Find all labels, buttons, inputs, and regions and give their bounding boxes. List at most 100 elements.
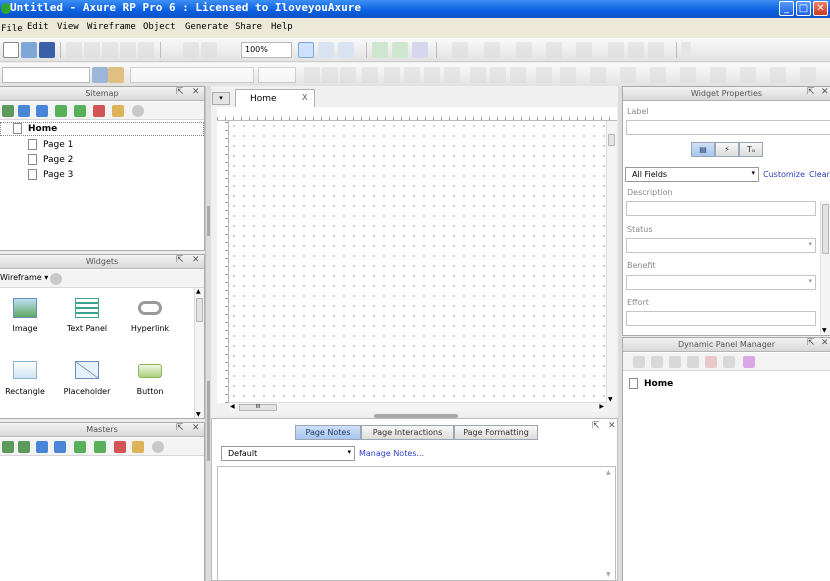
copy-icon[interactable] bbox=[84, 42, 100, 58]
underline-icon[interactable] bbox=[340, 67, 356, 83]
close-panel-icon[interactable]: ✕ bbox=[192, 255, 200, 265]
close-panel-icon[interactable]: ✕ bbox=[821, 87, 829, 97]
pin-icon[interactable]: ⇱ bbox=[592, 421, 600, 431]
fill-color-icon[interactable] bbox=[452, 42, 468, 58]
order-icon[interactable] bbox=[590, 67, 606, 83]
delete-state-icon[interactable] bbox=[705, 356, 717, 368]
edit-master-icon[interactable] bbox=[132, 441, 144, 453]
effort-input[interactable] bbox=[626, 311, 816, 326]
line-width-icon[interactable] bbox=[516, 42, 532, 58]
text-align-center-icon[interactable] bbox=[424, 67, 440, 83]
canvas-vertical-scrollbar[interactable]: ▼ bbox=[606, 121, 616, 403]
search-icon[interactable] bbox=[152, 441, 164, 453]
move-up-icon[interactable] bbox=[36, 441, 48, 453]
scroll-up-icon[interactable]: ▲ bbox=[196, 288, 201, 295]
pin-icon[interactable]: ⇱ bbox=[807, 338, 815, 348]
ungroup-icon[interactable] bbox=[392, 42, 408, 58]
scroll-down-icon[interactable]: ▼ bbox=[608, 396, 613, 403]
bold-icon[interactable] bbox=[304, 67, 320, 83]
tab-annotations[interactable]: ▤ bbox=[691, 142, 715, 157]
toolbar-overflow-icon[interactable] bbox=[681, 42, 691, 58]
scroll-thumb[interactable] bbox=[608, 134, 615, 146]
edit-style-icon[interactable] bbox=[92, 67, 108, 83]
scroll-thumb[interactable] bbox=[822, 204, 829, 254]
align-center-icon[interactable] bbox=[628, 42, 644, 58]
benefit-select[interactable]: ▾ bbox=[626, 275, 816, 290]
hide-icon[interactable] bbox=[650, 67, 666, 83]
more-icon[interactable] bbox=[800, 67, 816, 83]
scroll-down-icon[interactable]: ▼ bbox=[606, 571, 611, 578]
tab-page-interactions[interactable]: Page Interactions bbox=[361, 425, 454, 440]
redo-icon[interactable] bbox=[138, 42, 154, 58]
fields-dropdown[interactable]: All Fields ▾ bbox=[625, 167, 759, 182]
valign-middle-icon[interactable] bbox=[490, 67, 506, 83]
close-panel-icon[interactable]: ✕ bbox=[192, 423, 200, 433]
group-icon[interactable] bbox=[372, 42, 388, 58]
delete-page-icon[interactable] bbox=[93, 105, 105, 117]
valign-bottom-icon[interactable] bbox=[510, 67, 526, 83]
widget-button[interactable]: Button bbox=[120, 361, 180, 396]
properties-scrollbar[interactable]: ▼ bbox=[820, 201, 830, 334]
scroll-down-icon[interactable]: ▼ bbox=[822, 327, 827, 334]
widget-placeholder[interactable]: Placeholder bbox=[57, 361, 117, 396]
menu-share[interactable]: Share bbox=[235, 22, 262, 32]
add-state-icon[interactable] bbox=[633, 356, 645, 368]
status-select[interactable]: ▾ bbox=[626, 238, 816, 253]
menu-help[interactable]: Help bbox=[271, 22, 293, 32]
bullet-icon[interactable] bbox=[384, 67, 400, 83]
align-left-icon[interactable] bbox=[608, 42, 624, 58]
tab-close-icon[interactable]: X bbox=[302, 93, 307, 102]
scroll-thumb[interactable]: III bbox=[239, 404, 277, 411]
splitter-grip[interactable] bbox=[207, 381, 210, 461]
indent-icon[interactable] bbox=[55, 105, 67, 117]
valign-top-icon[interactable] bbox=[470, 67, 486, 83]
add-page-icon[interactable] bbox=[2, 105, 14, 117]
close-button[interactable]: ✕ bbox=[813, 1, 828, 16]
menu-object[interactable]: Object bbox=[143, 22, 176, 32]
tab-page-notes[interactable]: Page Notes bbox=[295, 425, 361, 440]
search-icon[interactable] bbox=[50, 273, 62, 285]
pin-icon[interactable]: ⇱ bbox=[176, 255, 184, 265]
close-panel-icon[interactable]: ✕ bbox=[192, 87, 200, 97]
splitter-grip[interactable] bbox=[207, 206, 210, 236]
sitemap-page[interactable]: Page 2 bbox=[28, 154, 73, 165]
scroll-down-icon[interactable]: ▼ bbox=[196, 411, 201, 418]
clear-link[interactable]: Clear bbox=[809, 170, 830, 179]
snap-icon[interactable] bbox=[770, 67, 786, 83]
menu-generate[interactable]: Generate bbox=[185, 22, 228, 32]
add-master-icon[interactable] bbox=[2, 441, 14, 453]
minimize-button[interactable]: _ bbox=[779, 1, 794, 16]
design-canvas[interactable] bbox=[229, 121, 606, 403]
font-size-select[interactable] bbox=[258, 67, 296, 83]
line-style-icon[interactable] bbox=[546, 42, 562, 58]
description-input[interactable] bbox=[626, 201, 816, 216]
edit-page-icon[interactable] bbox=[112, 105, 124, 117]
guide-icon[interactable] bbox=[740, 67, 756, 83]
notes-text-area[interactable]: ▲ ▼ bbox=[217, 466, 616, 581]
align-objects-icon[interactable] bbox=[560, 67, 576, 83]
format-painter-icon[interactable] bbox=[183, 42, 199, 58]
menu-view[interactable]: View bbox=[57, 22, 79, 32]
line-color-icon[interactable] bbox=[484, 42, 500, 58]
paste-icon[interactable] bbox=[102, 42, 118, 58]
text-color-icon[interactable] bbox=[362, 67, 378, 83]
tab-formatting[interactable]: Tₐ bbox=[739, 142, 763, 157]
lock-icon[interactable] bbox=[620, 67, 636, 83]
opacity-icon[interactable] bbox=[680, 67, 696, 83]
customize-link[interactable]: Customize bbox=[763, 170, 805, 179]
outdent-icon[interactable] bbox=[94, 441, 106, 453]
open-folder-icon[interactable] bbox=[21, 42, 37, 58]
scroll-thumb[interactable] bbox=[196, 298, 203, 322]
notes-scrollbar[interactable]: ▲ ▼ bbox=[605, 467, 615, 580]
move-up-icon[interactable] bbox=[18, 105, 30, 117]
bring-front-icon[interactable] bbox=[412, 42, 428, 58]
notes-dropdown[interactable]: Default ▾ bbox=[221, 446, 355, 461]
move-up-icon[interactable] bbox=[669, 356, 681, 368]
pin-icon[interactable]: ⇱ bbox=[807, 87, 815, 97]
italic-icon[interactable] bbox=[322, 67, 338, 83]
zoom-select[interactable]: 100% bbox=[241, 42, 292, 58]
dynamic-panel-root[interactable]: Home bbox=[629, 378, 673, 389]
tab-interactions[interactable]: ⚡ bbox=[715, 142, 739, 157]
pin-icon[interactable]: ⇱ bbox=[176, 87, 184, 97]
cut-icon[interactable] bbox=[66, 42, 82, 58]
